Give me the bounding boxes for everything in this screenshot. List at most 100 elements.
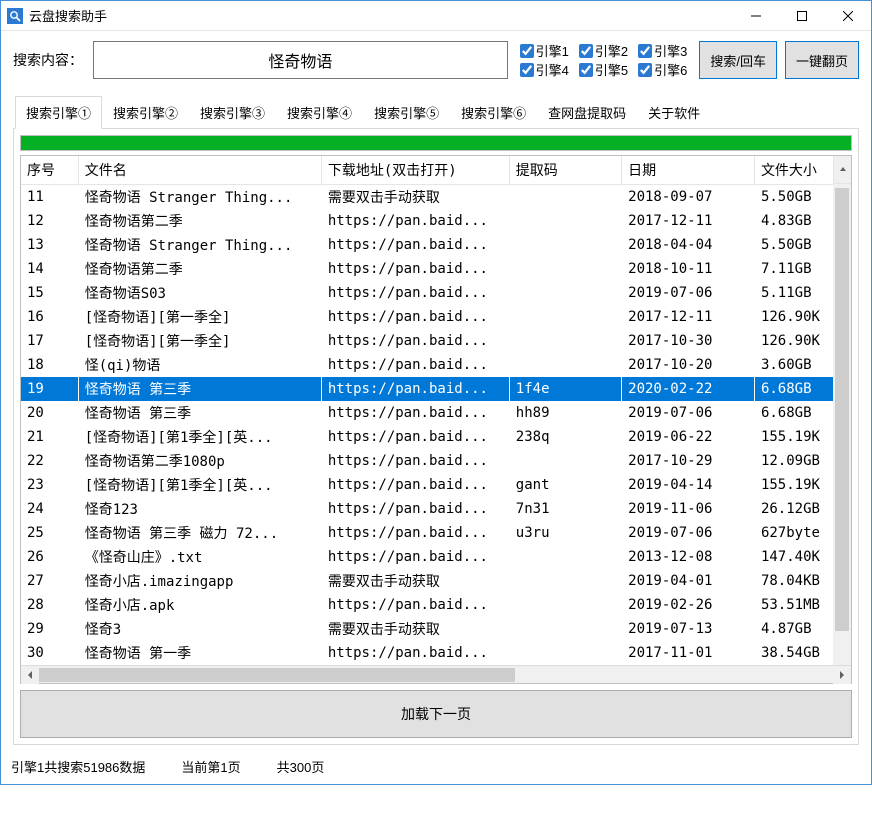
table-row[interactable]: 12怪奇物语第二季https://pan.baid...2017-12-114.… [21, 209, 851, 233]
cell-code [509, 593, 621, 617]
cell-code [509, 329, 621, 353]
table-row[interactable]: 29怪奇3需要双击手动获取2019-07-134.87GB [21, 617, 851, 641]
minimize-button[interactable] [733, 1, 779, 31]
cell-url: https://pan.baid... [321, 497, 509, 521]
cell-name: 怪奇物语 第三季 [78, 401, 321, 425]
status-current-page: 当前第1页 [181, 757, 240, 776]
table-row[interactable]: 19怪奇物语 第三季https://pan.baid...1f4e2020-02… [21, 377, 851, 401]
tab-engine-3[interactable]: 搜索引擎③ [189, 96, 276, 129]
cell-url: https://pan.baid... [321, 449, 509, 473]
engine-6-check[interactable]: 引擎6 [638, 60, 687, 79]
cell-code [509, 281, 621, 305]
tab-engine-2[interactable]: 搜索引擎② [102, 96, 189, 129]
engine-2-check[interactable]: 引擎2 [579, 41, 628, 60]
cell-date: 2018-10-11 [622, 257, 755, 281]
cell-code: hh89 [509, 401, 621, 425]
cell-code [509, 449, 621, 473]
close-button[interactable] [825, 1, 871, 31]
results-grid[interactable]: 序号 文件名 下载地址(双击打开) 提取码 日期 文件大小 11怪奇物语 Str… [21, 156, 851, 665]
cell-seq: 17 [21, 329, 78, 353]
next-page-button[interactable]: 一键翻页 [785, 41, 859, 79]
cell-code: 7n31 [509, 497, 621, 521]
cell-seq: 30 [21, 641, 78, 665]
hscroll-thumb[interactable] [39, 668, 515, 682]
cell-url: https://pan.baid... [321, 545, 509, 569]
col-url[interactable]: 下载地址(双击打开) [321, 156, 509, 185]
table-row[interactable]: 13怪奇物语 Stranger Thing...https://pan.baid… [21, 233, 851, 257]
progress-bar [20, 135, 852, 151]
cell-url: 需要双击手动获取 [321, 617, 509, 641]
cell-url: https://pan.baid... [321, 401, 509, 425]
cell-seq: 29 [21, 617, 78, 641]
table-row[interactable]: 11怪奇物语 Stranger Thing...需要双击手动获取2018-09-… [21, 185, 851, 210]
col-code[interactable]: 提取码 [509, 156, 621, 185]
tab-about[interactable]: 关于软件 [637, 96, 711, 129]
cell-code [509, 569, 621, 593]
search-button[interactable]: 搜索/回车 [699, 41, 777, 79]
col-date[interactable]: 日期 [622, 156, 755, 185]
header-scroll-corner[interactable] [833, 156, 851, 184]
table-row[interactable]: 14怪奇物语第二季https://pan.baid...2018-10-117.… [21, 257, 851, 281]
table-row[interactable]: 24怪奇123https://pan.baid...7n312019-11-06… [21, 497, 851, 521]
col-name[interactable]: 文件名 [78, 156, 321, 185]
table-row[interactable]: 21[怪奇物语][第1季全][英...https://pan.baid...23… [21, 425, 851, 449]
table-row[interactable]: 23[怪奇物语][第1季全][英...https://pan.baid...ga… [21, 473, 851, 497]
tab-engine-6[interactable]: 搜索引擎⑥ [450, 96, 537, 129]
cell-seq: 19 [21, 377, 78, 401]
tab-engine-1[interactable]: 搜索引擎① [15, 96, 102, 129]
engine-4-check[interactable]: 引擎4 [520, 60, 569, 79]
titlebar[interactable]: 云盘搜索助手 [1, 1, 871, 31]
cell-date: 2017-12-11 [622, 305, 755, 329]
cell-date: 2017-10-29 [622, 449, 755, 473]
cell-url: https://pan.baid... [321, 329, 509, 353]
cell-date: 2019-06-22 [622, 425, 755, 449]
engine-1-check[interactable]: 引擎1 [520, 41, 569, 60]
tab-extract-code[interactable]: 查网盘提取码 [537, 96, 637, 129]
app-window: 云盘搜索助手 搜索内容： 引擎1 引擎2 引擎3 引擎4 引擎5 引擎6 搜索/… [0, 0, 872, 785]
tab-engine-5[interactable]: 搜索引擎⑤ [363, 96, 450, 129]
engine-3-check[interactable]: 引擎3 [638, 41, 687, 60]
table-row[interactable]: 15怪奇物语S03https://pan.baid...2019-07-065.… [21, 281, 851, 305]
cell-name: 怪奇小店.apk [78, 593, 321, 617]
table-row[interactable]: 26《怪奇山庄》.txthttps://pan.baid...2013-12-0… [21, 545, 851, 569]
table-row[interactable]: 25怪奇物语 第三季 磁力 72...https://pan.baid...u3… [21, 521, 851, 545]
table-row[interactable]: 16[怪奇物语][第一季全]https://pan.baid...2017-12… [21, 305, 851, 329]
load-more-button[interactable]: 加载下一页 [20, 690, 852, 738]
cell-name: 怪奇123 [78, 497, 321, 521]
tab-engine-4[interactable]: 搜索引擎④ [276, 96, 363, 129]
cell-code [509, 233, 621, 257]
cell-seq: 16 [21, 305, 78, 329]
cell-date: 2020-02-22 [622, 377, 755, 401]
cell-name: 怪奇物语第二季1080p [78, 449, 321, 473]
engine-5-check[interactable]: 引擎5 [579, 60, 628, 79]
cell-date: 2019-07-06 [622, 521, 755, 545]
maximize-button[interactable] [779, 1, 825, 31]
status-bar: 引擎1共搜索51986数据 当前第1页 共300页 [1, 751, 871, 784]
cell-date: 2019-11-06 [622, 497, 755, 521]
table-row[interactable]: 20怪奇物语 第三季https://pan.baid...hh892019-07… [21, 401, 851, 425]
cell-name: 怪奇小店.imazingapp [78, 569, 321, 593]
table-row[interactable]: 28怪奇小店.apkhttps://pan.baid...2019-02-265… [21, 593, 851, 617]
table-row[interactable]: 22怪奇物语第二季1080phttps://pan.baid...2017-10… [21, 449, 851, 473]
search-row: 搜索内容： 引擎1 引擎2 引擎3 引擎4 引擎5 引擎6 搜索/回车 一键翻页 [13, 41, 859, 79]
search-input[interactable] [93, 41, 508, 79]
vertical-scrollbar[interactable] [833, 184, 851, 665]
vertical-scrollbar-thumb[interactable] [835, 188, 849, 631]
table-row[interactable]: 18怪(qi)物语https://pan.baid...2017-10-203.… [21, 353, 851, 377]
grid-header-row[interactable]: 序号 文件名 下载地址(双击打开) 提取码 日期 文件大小 [21, 156, 851, 185]
cell-code [509, 209, 621, 233]
cell-name: 怪奇3 [78, 617, 321, 641]
table-row[interactable]: 30怪奇物语 第一季https://pan.baid...2017-11-013… [21, 641, 851, 665]
table-row[interactable]: 27怪奇小店.imazingapp需要双击手动获取2019-04-0178.04… [21, 569, 851, 593]
table-row[interactable]: 17[怪奇物语][第一季全]https://pan.baid...2017-10… [21, 329, 851, 353]
cell-url: https://pan.baid... [321, 641, 509, 665]
cell-date: 2017-10-30 [622, 329, 755, 353]
cell-url: https://pan.baid... [321, 521, 509, 545]
cell-url: https://pan.baid... [321, 593, 509, 617]
col-seq[interactable]: 序号 [21, 156, 78, 185]
horizontal-scrollbar[interactable] [21, 665, 851, 683]
hscroll-left-arrow[interactable] [21, 666, 39, 684]
cell-seq: 27 [21, 569, 78, 593]
cell-url: https://pan.baid... [321, 305, 509, 329]
hscroll-right-arrow[interactable] [833, 666, 851, 684]
